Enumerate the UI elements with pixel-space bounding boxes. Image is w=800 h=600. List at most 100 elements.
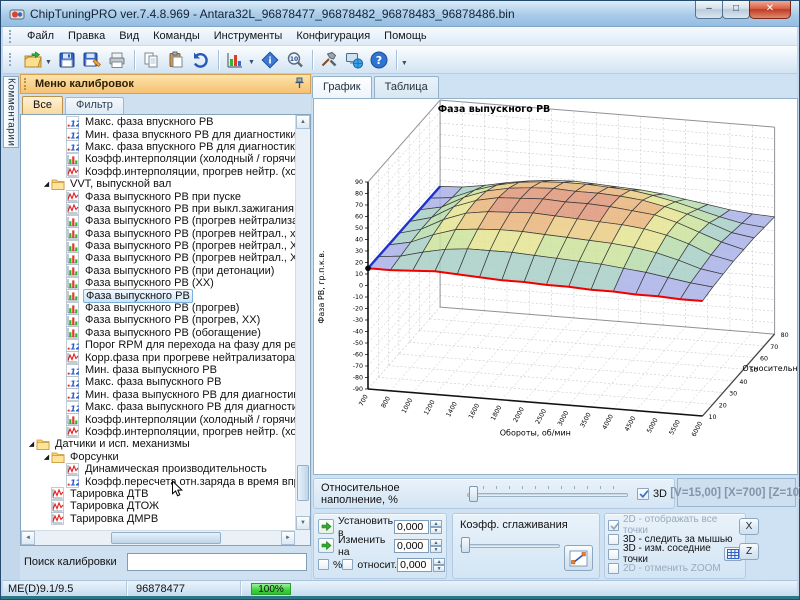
- spin-up-icon[interactable]: ▲: [430, 539, 442, 546]
- tab-graph[interactable]: График: [312, 76, 372, 98]
- spin-down-icon[interactable]: ▼: [430, 546, 442, 553]
- spin-up-icon[interactable]: ▲: [433, 558, 445, 565]
- scroll-up-icon[interactable]: ▲: [296, 115, 310, 129]
- tree-item[interactable]: Фаза выпускного РВ (прогрев нейтрализато…: [21, 215, 295, 227]
- tree-item[interactable]: Динамическая производительность: [21, 463, 295, 475]
- tree-item[interactable]: Тарировка ДТОЖ: [21, 500, 295, 512]
- tree-item[interactable]: Тарировка ДМРВ: [21, 513, 295, 525]
- calibration-panel-header[interactable]: Меню калибровок: [20, 74, 311, 94]
- tree-item[interactable]: 12Мин. фаза выпускного РВ для диагностик…: [21, 389, 295, 401]
- relative-input[interactable]: [397, 558, 432, 572]
- tree-item[interactable]: Фаза выпускного РВ (прогрев): [21, 302, 295, 314]
- paste-button[interactable]: [164, 47, 189, 72]
- chart-area[interactable]: -90-80-70-60-50-40-30-20-100102030405060…: [313, 98, 798, 475]
- scroll-down-icon[interactable]: ▼: [296, 516, 310, 530]
- edit-curve-button[interactable]: [564, 545, 593, 571]
- tools-button[interactable]: [317, 47, 342, 72]
- tab-all[interactable]: Все: [22, 96, 63, 114]
- horizontal-scroll-thumb[interactable]: [111, 532, 221, 544]
- tree-item[interactable]: Коэфф.интерполяции, прогрев нейтр. (холо…: [21, 166, 295, 178]
- tree-folder[interactable]: ◢VVT, выпускной вал: [21, 178, 295, 190]
- checksum-info-button[interactable]: i: [258, 47, 283, 72]
- spin-down-icon[interactable]: ▼: [430, 527, 442, 534]
- close-button[interactable]: ✕: [749, 1, 791, 19]
- dropdown-arrow-icon[interactable]: ▼: [45, 59, 52, 66]
- maximize-button[interactable]: □: [722, 1, 750, 19]
- spin-down-icon[interactable]: ▼: [433, 565, 445, 572]
- tree-item[interactable]: 12Мин. фаза выпускного РВ: [21, 364, 295, 376]
- tree-item[interactable]: Фаза выпускного РВ при пуске: [21, 190, 295, 202]
- tree-item[interactable]: 12Порог RPM для перехода на фазу для реж…: [21, 339, 295, 351]
- menu-item-6[interactable]: Конфигурация: [289, 28, 377, 44]
- tree-item[interactable]: Фаза выпускного РВ при выкл.зажигания: [21, 203, 295, 215]
- tree-item[interactable]: 12Коэфф.пересчета отн.заряда в время впр…: [21, 475, 295, 487]
- menu-item-1[interactable]: Файл: [20, 28, 61, 44]
- expand-icon[interactable]: ◢: [27, 440, 36, 448]
- view-option-checkbox[interactable]: [608, 520, 619, 531]
- tree-item[interactable]: 12Макс. фаза выпускного РВ: [21, 376, 295, 388]
- toolbar-overflow-icon[interactable]: ▼: [401, 60, 408, 67]
- tree-item[interactable]: Коэфф.интерполяции (холодный / горячий ): [21, 413, 295, 425]
- tree-item[interactable]: Фаза выпускного РВ (прогрев нейтрал., ХХ…: [21, 240, 295, 252]
- expand-icon[interactable]: ◢: [42, 453, 51, 461]
- tab-table[interactable]: Таблица: [374, 76, 439, 98]
- copy-button[interactable]: [139, 47, 164, 72]
- menu-item-4[interactable]: Команды: [146, 28, 207, 44]
- smoothing-slider[interactable]: [460, 536, 560, 554]
- tree-item[interactable]: 12Макс. фаза выпускного РВ для диагности…: [21, 401, 295, 413]
- tree-item[interactable]: Фаза выпускного РВ (при детонации): [21, 265, 295, 277]
- tree-item[interactable]: Фаза выпускного РВ (прогрев нейтрал., хо…: [21, 228, 295, 240]
- print-button[interactable]: [105, 47, 130, 72]
- tree-item[interactable]: 12Макс. фаза впускного РВ для диагностик…: [21, 141, 295, 153]
- view-option-checkbox[interactable]: [608, 549, 619, 560]
- change-by-input[interactable]: [394, 539, 429, 553]
- chart-view-button[interactable]: [223, 47, 248, 72]
- x-axis-button[interactable]: X: [739, 518, 759, 535]
- spin-up-icon[interactable]: ▲: [430, 520, 442, 527]
- tab-filter[interactable]: Фильтр: [65, 97, 124, 114]
- undo-button[interactable]: [189, 47, 214, 72]
- slider-thumb[interactable]: [469, 486, 478, 502]
- save-file-button[interactable]: [55, 47, 80, 72]
- connection-button[interactable]: [342, 47, 367, 72]
- tree-item[interactable]: Фаза выпускного РВ (прогрев, ХХ): [21, 314, 295, 326]
- tree-item[interactable]: Фаза выпускного РВ (обогащение): [21, 327, 295, 339]
- dropdown-arrow-icon[interactable]: ▼: [248, 59, 255, 66]
- title-bar[interactable]: ChipTuningPRO ver.7.4.8.969 - Antara32L_…: [1, 1, 799, 27]
- apply-set-button[interactable]: [318, 519, 334, 534]
- pin-icon[interactable]: [294, 77, 305, 92]
- load-slider[interactable]: [467, 485, 627, 503]
- z-axis-button[interactable]: Z: [739, 543, 759, 560]
- tree-item[interactable]: Корр.фаза при прогреве нейтрализатора: [21, 351, 295, 363]
- minimize-button[interactable]: –: [695, 1, 723, 19]
- slider-thumb[interactable]: [461, 537, 470, 553]
- help-button[interactable]: ?: [367, 47, 392, 72]
- tree-item[interactable]: Фаза выпускного РВ: [21, 289, 295, 301]
- tree-item[interactable]: Фаза выпускного РВ (прогрев нейтрал., ХХ…: [21, 252, 295, 264]
- scroll-left-icon[interactable]: ◄: [21, 531, 35, 545]
- search-input[interactable]: [127, 553, 307, 571]
- menu-item-2[interactable]: Правка: [61, 28, 112, 44]
- vertical-scroll-thumb[interactable]: [297, 465, 309, 501]
- comments-tab[interactable]: Комментарии: [3, 76, 19, 148]
- slider-track[interactable]: [460, 544, 560, 548]
- menu-item-3[interactable]: Вид: [112, 28, 146, 44]
- zoom-number-button[interactable]: 10: [283, 47, 308, 72]
- view-option-checkbox[interactable]: [608, 563, 619, 574]
- set-to-input[interactable]: [394, 520, 429, 534]
- tree-horizontal-scrollbar[interactable]: ◄ ►: [21, 530, 295, 545]
- scroll-right-icon[interactable]: ►: [281, 531, 295, 545]
- 3d-checkbox[interactable]: [637, 488, 649, 500]
- apply-change-button[interactable]: [318, 538, 334, 553]
- tree-folder[interactable]: ◢Форсунки: [21, 451, 295, 463]
- tree-item[interactable]: 12Макс. фаза впускного РВ: [21, 116, 295, 128]
- menu-item-5[interactable]: Инструменты: [207, 28, 290, 44]
- expand-icon[interactable]: ◢: [42, 180, 51, 188]
- relative-checkbox[interactable]: [342, 559, 353, 570]
- tree-item[interactable]: Фаза выпускного РВ (ХХ): [21, 277, 295, 289]
- open-file-button[interactable]: [20, 47, 45, 72]
- view-option-checkbox[interactable]: [608, 534, 619, 545]
- tree-item[interactable]: Коэфф.интерполяции (холодный / горячий ): [21, 153, 295, 165]
- tree-item[interactable]: 12Мин. фаза впускного РВ для диагностики: [21, 128, 295, 140]
- tree-item[interactable]: Коэфф.интерполяции, прогрев нейтр. (холо…: [21, 426, 295, 438]
